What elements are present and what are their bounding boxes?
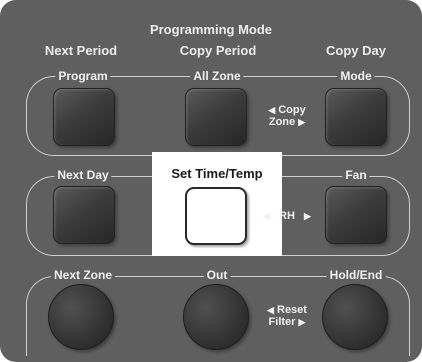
copy-zone-line2: Zone <box>268 116 296 128</box>
rh-label: ◀ RH ▶ <box>252 210 322 222</box>
copy-day-label: Copy Day <box>326 43 386 58</box>
rh-left-arrow-icon: ◀ <box>263 211 270 221</box>
copy-zone-label: ◀ Copy Zone ▶ <box>252 104 322 128</box>
copy-zone-line1: Copy <box>278 104 306 116</box>
out-button[interactable] <box>183 284 249 350</box>
copy-period-label: Copy Period <box>179 43 257 58</box>
rh-right-arrow-icon: ▶ <box>304 211 311 221</box>
next-day-button[interactable] <box>53 186 115 244</box>
set-time-temp-button[interactable] <box>185 187 247 245</box>
programming-mode-label: Programming Mode <box>149 22 273 37</box>
all-zone-button[interactable] <box>185 88 247 146</box>
mode-label: Mode <box>337 69 375 83</box>
reset-right-arrow-icon: ▶ <box>298 317 306 327</box>
reset-filter-line1: Reset <box>277 304 307 316</box>
program-button[interactable] <box>53 88 115 146</box>
next-day-label: Next Day <box>54 168 112 182</box>
out-label: Out <box>203 268 231 282</box>
fan-label: Fan <box>342 168 370 182</box>
next-zone-button[interactable] <box>48 284 114 350</box>
all-zone-label: All Zone <box>190 69 244 83</box>
right-arrow-icon: ▶ <box>298 117 306 127</box>
thermostat-control-panel: Programming Mode Next Period Copy Period… <box>0 0 422 362</box>
reset-filter-line2: Filter <box>268 316 296 328</box>
left-arrow-icon: ◀ <box>268 105 276 115</box>
reset-filter-label: ◀ Reset Filter ▶ <box>252 304 322 328</box>
hold-end-label: Hold/End <box>326 268 386 282</box>
rh-text: RH <box>279 210 295 222</box>
next-zone-label: Next Zone <box>50 268 116 282</box>
hold-end-button[interactable] <box>322 284 388 350</box>
reset-left-arrow-icon: ◀ <box>267 305 274 315</box>
set-time-temp-label: Set Time/Temp <box>171 166 263 181</box>
program-label: Program <box>55 69 111 83</box>
mode-button[interactable] <box>325 88 387 146</box>
fan-button[interactable] <box>325 186 387 244</box>
next-period-label: Next Period <box>44 43 118 58</box>
